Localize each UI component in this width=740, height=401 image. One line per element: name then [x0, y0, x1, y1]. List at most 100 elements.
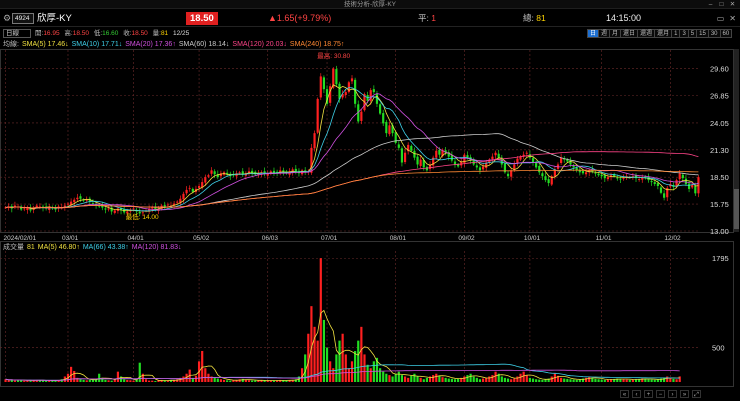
- volume-bar: [269, 380, 272, 382]
- date-tick-label: 07/01: [321, 235, 338, 242]
- volume-bar: [566, 378, 569, 382]
- volume-bar: [13, 380, 17, 382]
- first-page-icon[interactable]: «: [620, 390, 629, 398]
- volume-bar: [469, 373, 472, 382]
- volume-bar: [23, 380, 26, 382]
- candle-body: [238, 172, 241, 174]
- volume-bar: [447, 378, 450, 382]
- volume-bar: [506, 378, 510, 382]
- volume-bar: [457, 378, 460, 382]
- volume-bar: [126, 379, 129, 382]
- candle-body: [516, 158, 519, 164]
- volume-bar: [647, 379, 650, 382]
- volume-bar: [366, 364, 369, 382]
- volume-bar: [123, 379, 126, 382]
- candle-body: [76, 197, 79, 200]
- volume-bar: [79, 379, 82, 382]
- volume-bar: [597, 379, 600, 382]
- candle-body: [481, 166, 485, 170]
- volume-bar: [394, 373, 397, 382]
- candle-body: [687, 183, 691, 189]
- candle-body: [663, 193, 666, 198]
- expand-icon[interactable]: ⤢: [692, 390, 701, 398]
- volume-bar: [631, 379, 634, 382]
- date-tick-label: 10/01: [524, 235, 541, 242]
- volume-bar: [98, 373, 101, 382]
- candle-body: [531, 158, 535, 163]
- price-tick-label: 24.05: [710, 119, 729, 128]
- candle-body: [622, 178, 625, 179]
- candle-body: [638, 179, 641, 180]
- volume-bar: [194, 375, 198, 382]
- candle-body: [544, 176, 547, 181]
- volume-tick-label: 1795: [712, 254, 729, 263]
- volume-bar: [354, 350, 357, 382]
- volume-bar: [26, 380, 29, 382]
- volume-bar: [341, 333, 344, 382]
- volume-bar: [538, 379, 541, 382]
- zoom-out-icon[interactable]: −: [656, 390, 665, 398]
- stock-chart[interactable]: 13.00 15.75 18.50 21.30 24.05 26.85 29.60 500 17…: [0, 0, 740, 401]
- candle-body: [425, 166, 428, 171]
- low-annotation: 最低: 14.00: [126, 212, 159, 221]
- volume-bar: [110, 380, 113, 382]
- volume-bar: [329, 361, 332, 382]
- sma-240-line: [5, 169, 699, 209]
- volume-bar: [335, 354, 338, 382]
- volume-bar: [251, 380, 254, 382]
- candle-body: [204, 177, 207, 183]
- volume-bar: [432, 375, 435, 382]
- price-scrollbar[interactable]: [734, 49, 739, 232]
- candle-body: [466, 155, 469, 158]
- volume-bar: [653, 379, 656, 382]
- last-page-icon[interactable]: »: [680, 390, 689, 398]
- volume-bar: [7, 380, 10, 382]
- candle-body: [538, 165, 541, 173]
- volume-bar: [313, 326, 316, 382]
- volume-bar: [407, 377, 410, 382]
- volume-bar: [347, 368, 350, 382]
- candle-body: [107, 208, 110, 210]
- candle-body: [350, 78, 354, 82]
- volume-bar: [453, 379, 457, 382]
- candle-body: [182, 193, 185, 200]
- candle-body: [584, 172, 588, 175]
- volume-bar: [560, 377, 563, 382]
- candle-body: [438, 149, 441, 155]
- date-tick-label: 08/01: [390, 235, 407, 242]
- prev-icon[interactable]: ‹: [632, 390, 641, 398]
- scrollbar-thumb[interactable]: [734, 189, 739, 229]
- volume-bar: [466, 375, 469, 382]
- candle-body: [210, 170, 213, 174]
- candle-body: [372, 89, 375, 93]
- volume-bar: [391, 376, 394, 382]
- zoom-in-icon[interactable]: +: [644, 390, 653, 398]
- volume-bar: [678, 376, 681, 382]
- date-tick-label: 06/03: [262, 235, 279, 242]
- candle-body: [23, 208, 26, 210]
- candle-body: [191, 188, 194, 192]
- volume-bar: [45, 380, 48, 382]
- candle-body: [416, 156, 419, 165]
- candle-body: [497, 153, 500, 158]
- volume-bar: [129, 380, 132, 382]
- candle-body: [453, 161, 457, 165]
- volume-bar: [541, 379, 544, 382]
- candle-body: [547, 179, 550, 184]
- candle-body: [79, 196, 82, 199]
- sma-10-line: [5, 87, 699, 212]
- volume-bar: [222, 379, 226, 382]
- volume-bar: [481, 378, 485, 382]
- candle-body: [113, 210, 116, 213]
- volume-bar: [628, 379, 631, 382]
- volume-bar: [435, 373, 438, 382]
- next-icon[interactable]: ›: [668, 390, 677, 398]
- volume-bar: [569, 379, 572, 382]
- candle-body: [104, 208, 107, 210]
- price-tick-label: 13.00: [710, 227, 729, 236]
- volume-bar: [672, 378, 675, 382]
- volume-bar: [382, 371, 385, 382]
- volume-bar: [463, 376, 466, 382]
- volume-bar: [475, 377, 478, 382]
- volume-bar: [148, 380, 151, 382]
